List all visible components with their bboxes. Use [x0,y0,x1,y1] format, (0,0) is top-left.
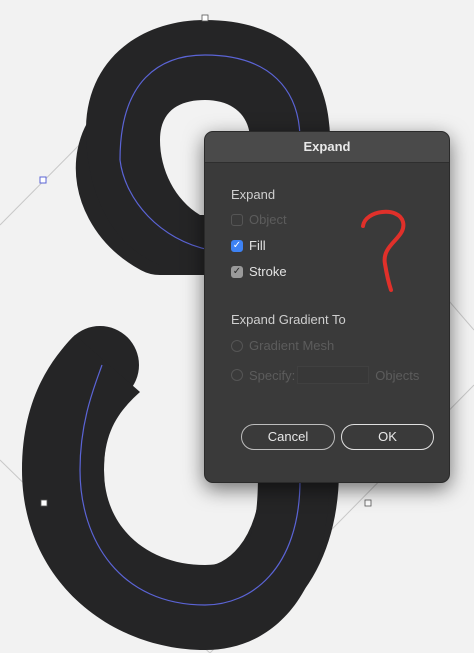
cancel-button[interactable]: Cancel [241,424,335,450]
fill-checkbox-row[interactable]: ✓ Fill [231,238,266,253]
anchor-point-left[interactable] [39,176,47,184]
anchor-point-bottom-left[interactable] [40,499,48,507]
specify-radio-row[interactable]: Specify: Objects [231,366,419,384]
object-checkbox[interactable] [231,213,243,226]
anchor-point-top[interactable] [201,14,209,22]
object-label: Object [249,212,287,227]
fill-checkbox[interactable]: ✓ [231,239,243,252]
specify-input[interactable] [297,366,370,384]
expand-dialog: Expand Expand Object ✓ Fill ✓ Stroke Exp… [204,131,450,483]
dialog-title: Expand [205,132,449,163]
gradient-section-label: Expand Gradient To [231,312,346,327]
objects-label: Objects [375,367,420,383]
stroke-checkbox[interactable]: ✓ [231,265,243,278]
specify-radio[interactable] [231,369,243,381]
anchor-point-bottom-right[interactable] [364,499,372,507]
question-mark-annotation [361,209,406,292]
gradient-mesh-radio-row[interactable]: Gradient Mesh [231,338,334,353]
gradient-mesh-label: Gradient Mesh [249,338,335,353]
stroke-label: Stroke [249,264,287,279]
ok-button[interactable]: OK [341,424,434,450]
gradient-mesh-radio[interactable] [231,339,243,352]
object-checkbox-row[interactable]: Object [231,212,287,227]
specify-label: Specify: [249,367,296,383]
fill-label: Fill [249,238,266,253]
expand-section-label: Expand [231,187,276,202]
stroke-checkbox-row[interactable]: ✓ Stroke [231,264,287,279]
